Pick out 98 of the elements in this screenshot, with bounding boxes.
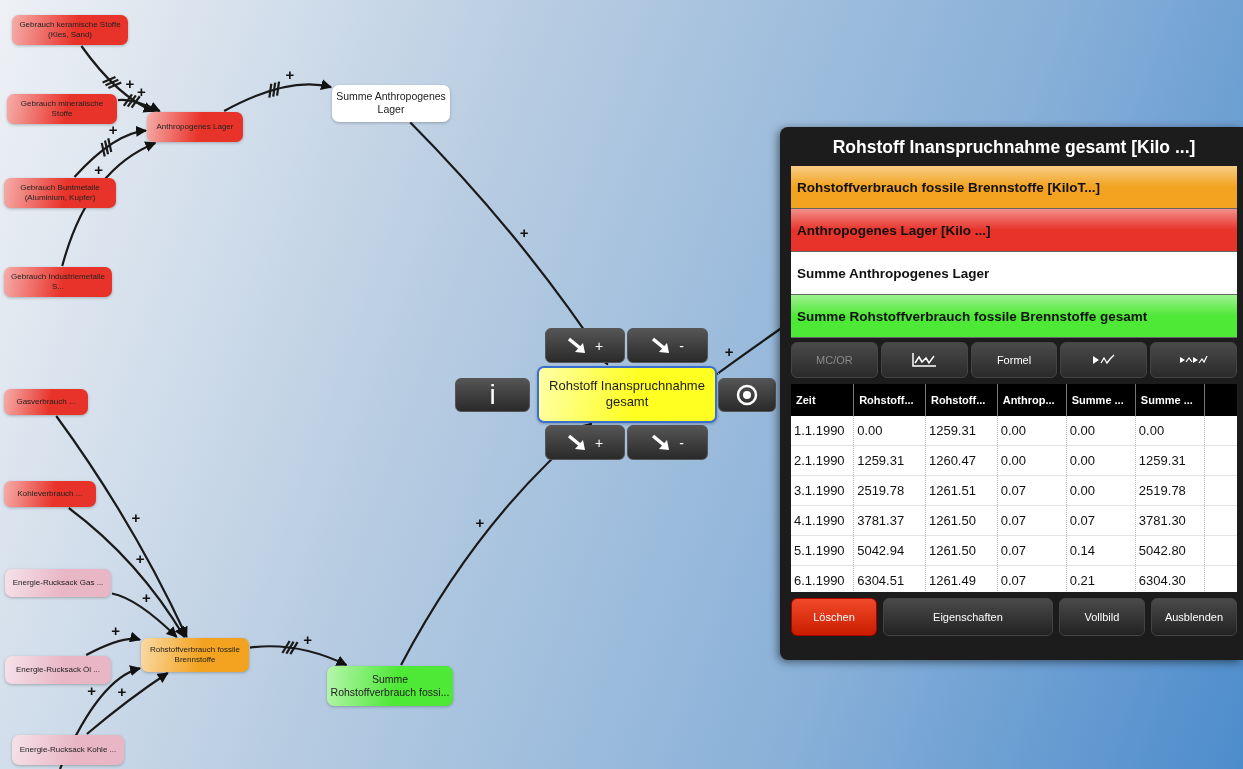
table-cell: 0.00 xyxy=(1135,416,1205,446)
table-cell: 6304.30 xyxy=(1135,565,1205,592)
add-negative-link-button[interactable]: - xyxy=(627,425,708,460)
table-cell: 1259.31 xyxy=(925,416,998,446)
run-chart-button[interactable] xyxy=(1060,342,1148,378)
arrow-icon xyxy=(651,433,672,452)
arrow-icon xyxy=(566,336,587,355)
polarity-sign: + xyxy=(87,682,97,700)
diagram-node[interactable]: Gebrauch keramische Stoffe (Kies, Sand) xyxy=(12,15,128,45)
table-cell: 2.1.1990 xyxy=(791,445,854,476)
add-negative-link-button[interactable]: - xyxy=(627,328,708,363)
table-cell: 1259.31 xyxy=(1135,445,1205,476)
polarity-sign: + xyxy=(519,223,529,241)
table-cell: 5042.94 xyxy=(853,535,926,566)
column-header[interactable]: Rohstoff... xyxy=(925,384,998,416)
diagram-node[interactable]: Summe Anthropogenes Lager xyxy=(332,84,450,122)
line-chart-icon xyxy=(911,352,938,368)
table-cell: 3781.30 xyxy=(1135,505,1205,536)
play-chart-icon xyxy=(1091,354,1116,366)
table-cell: 3.1.1990 xyxy=(791,475,854,506)
table-cell: 3781.37 xyxy=(853,505,926,536)
diagram-node[interactable]: Gebrauch mineralische Stoffe xyxy=(7,94,117,124)
column-header[interactable]: Zeit xyxy=(791,384,854,416)
diagram-node[interactable]: Energie-Rucksack Gas ... xyxy=(5,569,111,597)
table-cell: 0.07 xyxy=(997,475,1067,506)
polarity-sign: + xyxy=(142,588,151,606)
add-positive-link-button[interactable]: + xyxy=(545,328,625,363)
info-button[interactable]: i xyxy=(455,378,530,412)
variable-list-item[interactable]: Rohstoffverbrauch fossile Brennstoffe [KiloT...] xyxy=(791,166,1237,209)
table-cell: 1261.50 xyxy=(925,535,998,566)
action-button[interactable]: Eigenschaften xyxy=(883,598,1053,636)
diagram-node[interactable]: Gebrauch Buntmetalle (Aluminium, Kupfer) xyxy=(4,178,116,208)
column-header[interactable]: Rohstoff... xyxy=(853,384,926,416)
diagram-node[interactable]: Gasverbrauch ... xyxy=(4,389,88,415)
polarity-sign: + xyxy=(285,65,295,83)
table-cell: 4.1.1990 xyxy=(791,505,854,536)
polarity-sign: + xyxy=(108,121,118,139)
table-cell: 0.07 xyxy=(997,535,1067,566)
diagram-node[interactable]: Anthropogenes Lager xyxy=(147,112,243,142)
polarity-sign: + xyxy=(135,549,145,567)
table-cell: 1.1.1990 xyxy=(791,416,854,446)
diagram-node[interactable]: Gebrauch Industriemetalle S... xyxy=(4,267,112,297)
table-cell: 1261.50 xyxy=(925,505,998,536)
table-cell: 6304.51 xyxy=(853,565,926,592)
step-chart-button[interactable] xyxy=(1150,342,1237,378)
polarity-sign: + xyxy=(303,630,313,648)
diagram-node[interactable]: Summe Rohstoffverbrauch fossi... xyxy=(327,666,453,706)
table-cell: 0.07 xyxy=(1066,505,1136,536)
table-cell: 5.1.1990 xyxy=(791,535,854,566)
table-cell: 0.00 xyxy=(1066,416,1136,446)
polarity-sign: + xyxy=(125,75,135,93)
target-button[interactable] xyxy=(718,378,776,412)
table-cell: 1261.51 xyxy=(925,475,998,506)
table-cell: 0.00 xyxy=(997,416,1067,446)
table-cell: 6.1.1990 xyxy=(791,565,854,592)
polarity-sign: + xyxy=(94,161,103,179)
polarity-sign: + xyxy=(117,683,127,701)
table-cell: 2519.78 xyxy=(1135,475,1205,506)
diagram-node[interactable]: Energie-Rucksack Kohle ... xyxy=(12,735,124,765)
table-cell: 0.21 xyxy=(1066,565,1136,592)
step-play-chart-icon xyxy=(1178,354,1209,366)
action-button[interactable]: Vollbild xyxy=(1058,598,1145,636)
target-icon xyxy=(736,384,758,406)
column-header[interactable]: Anthrop... xyxy=(997,384,1067,416)
variable-list-item[interactable]: Anthropogenes Lager [Kilo ...] xyxy=(791,209,1237,252)
arrow-icon xyxy=(651,336,672,355)
column-header[interactable]: Summe ... xyxy=(1135,384,1205,416)
table-cell: 1261.49 xyxy=(925,565,998,592)
variable-list-item[interactable]: Summe Anthropogenes Lager xyxy=(791,252,1237,295)
action-button[interactable]: Ausblenden xyxy=(1150,598,1237,636)
table-cell: 1259.31 xyxy=(853,445,926,476)
polarity-sign: + xyxy=(724,342,734,360)
arrow-icon xyxy=(566,433,587,452)
polarity-sign: + xyxy=(475,514,485,531)
diagram-node[interactable]: Rohstoff Inanspruchnahme gesamt xyxy=(537,365,717,423)
table-cell: 0.07 xyxy=(997,505,1067,536)
table-cell: 2519.78 xyxy=(853,475,926,506)
polarity-sign: + xyxy=(131,508,141,526)
tool-button[interactable]: Formel xyxy=(970,342,1058,378)
diagram-node[interactable]: Kohleverbrauch ... xyxy=(4,481,96,507)
table-cell: 0.00 xyxy=(1066,475,1136,506)
table-cell: 0.00 xyxy=(1066,445,1136,476)
table-cell: 1260.47 xyxy=(925,445,998,476)
table-cell: 0.14 xyxy=(1066,535,1136,566)
table-cell: 0.00 xyxy=(997,445,1067,476)
panel-title: Rohstoff Inanspruchnahme gesamt [Kilo ...] xyxy=(831,136,1197,159)
add-positive-link-button[interactable]: + xyxy=(545,425,625,460)
table-cell: 0.07 xyxy=(997,565,1067,592)
column-header[interactable]: Summe ... xyxy=(1066,384,1136,416)
table-cell: 5042.80 xyxy=(1135,535,1205,566)
table-cell: 0.00 xyxy=(853,416,926,446)
diagram-node[interactable]: Rohstoffverbrauch fossile Brennstoffe xyxy=(141,638,249,672)
diagram-node[interactable]: Energie-Rucksack Öl ... xyxy=(5,656,111,684)
polarity-sign: + xyxy=(111,621,120,639)
variable-list-item[interactable]: Summe Rohstoffverbrauch fossile Brennstoffe gesamt xyxy=(791,295,1237,338)
polarity-sign: + xyxy=(137,83,146,101)
chart-button[interactable] xyxy=(880,342,968,378)
action-button[interactable]: Löschen xyxy=(791,598,878,636)
